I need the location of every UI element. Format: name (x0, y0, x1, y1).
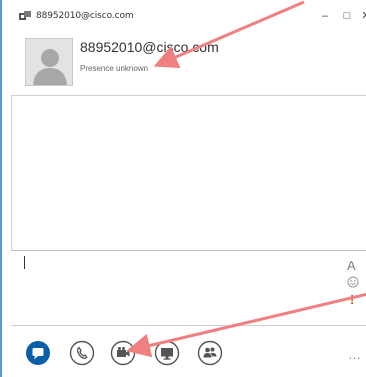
minimize-button[interactable]: – (319, 10, 331, 22)
contact-name[interactable]: 88952010@cisco.com (80, 39, 219, 55)
important-button[interactable]: ! (350, 292, 354, 307)
message-compose-area[interactable] (11, 250, 366, 326)
maximize-button[interactable]: □ (341, 10, 353, 22)
person-icon (26, 39, 72, 85)
text-caret (24, 256, 25, 269)
window-title: 88952010@cisco.com (36, 11, 134, 21)
phone-icon (69, 340, 95, 366)
avatar[interactable] (25, 38, 73, 86)
screen-share-icon (154, 340, 180, 366)
title-bar: 88952010@cisco.com – □ ✕ (2, 0, 366, 30)
app-icon (19, 11, 31, 20)
more-options-button[interactable]: … (348, 347, 362, 362)
video-icon (110, 340, 136, 366)
call-button[interactable] (69, 340, 95, 366)
participants-button[interactable] (197, 340, 223, 366)
screen-share-button[interactable] (154, 340, 180, 366)
font-button[interactable]: A (347, 258, 356, 273)
presence-status: Presence unknown (80, 64, 149, 73)
chat-button[interactable] (25, 340, 51, 366)
emoji-icon[interactable] (347, 276, 359, 288)
people-icon (197, 340, 223, 366)
close-button[interactable]: ✕ (360, 10, 366, 22)
chat-icon (26, 341, 50, 365)
video-button[interactable] (110, 340, 136, 366)
conversation-history[interactable] (11, 95, 366, 250)
conversation-window: 88952010@cisco.com – □ ✕ 88952010@cisco.… (0, 0, 366, 377)
